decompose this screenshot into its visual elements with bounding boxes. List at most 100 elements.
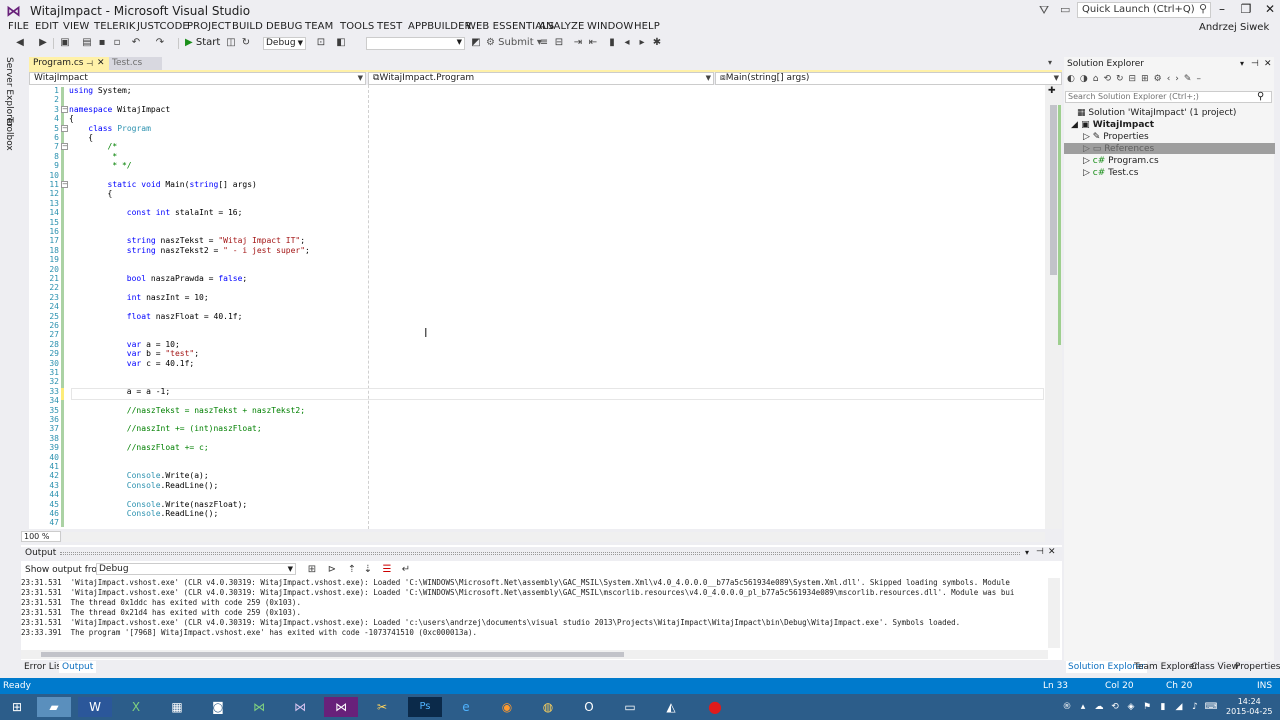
menu-window[interactable]: WINDOW (587, 21, 633, 32)
tree-item-properties[interactable]: ▷ ✎ Properties (1083, 132, 1149, 142)
code-line[interactable]: //naszTekst = naszTekst + naszTekst2; (69, 406, 305, 415)
firefox-icon[interactable]: ◉ (490, 697, 524, 717)
menu-view[interactable]: VIEW (63, 21, 89, 32)
code-line[interactable]: var b = "test"; (69, 349, 199, 358)
collapse-region-icon[interactable]: − (61, 181, 68, 188)
panel-options-icon[interactable]: ▾ (1025, 548, 1029, 557)
outdent-icon[interactable]: ⇤ (587, 37, 599, 48)
open-file-icon[interactable]: ▤ (81, 37, 93, 48)
panel-options-icon[interactable]: ▾ (1240, 59, 1244, 68)
toolbox-tab[interactable]: Toolbox (4, 117, 14, 151)
back-icon[interactable]: ◀ (14, 37, 26, 48)
refresh-icon[interactable]: ↻ (240, 37, 252, 48)
menu-file[interactable]: FILE (8, 21, 29, 32)
tray-shield-icon[interactable]: ◈ (1124, 697, 1138, 717)
code-line[interactable]: class Program (69, 124, 151, 133)
expand-arrow-icon[interactable]: ▷ (1083, 132, 1090, 142)
sync-icon[interactable]: ⟲ (1103, 74, 1116, 84)
code-line[interactable]: namespace WitajImpact (69, 105, 170, 114)
code-line[interactable]: { (69, 114, 74, 123)
code-line[interactable]: //naszFloat += c; (69, 443, 209, 452)
code-line[interactable]: * (69, 152, 117, 161)
menu-justcode[interactable]: JUSTCODE (137, 21, 189, 32)
tray-network-icon[interactable]: ◢ (1172, 697, 1186, 717)
new-project-icon[interactable]: ▣ (59, 37, 71, 48)
minimize-button[interactable]: – (1212, 2, 1232, 18)
code-editor[interactable]: 1 2 3 4 5 6 7 8 9 10 11 12 13 14 15 16 17 18 19 20 21 22 23 24 2… (29, 85, 1045, 529)
bookmark-prev-icon[interactable]: ◂ (621, 37, 633, 48)
menu-tools[interactable]: TOOLS (340, 21, 374, 32)
code-line[interactable]: bool naszaPrawda = false; (69, 274, 247, 283)
tray-cloud-icon[interactable]: ☁ (1092, 697, 1106, 717)
show-output-from-select[interactable]: Debug ▼ (96, 563, 296, 575)
pin-icon[interactable]: ⊣ (86, 57, 93, 70)
code-line[interactable]: //naszInt += (int)naszFloat; (69, 424, 262, 433)
visual-studio-green-icon[interactable]: ⋈ (242, 697, 276, 717)
find-message-icon[interactable]: ⊳ (326, 564, 338, 575)
media-icon[interactable]: ◙ (201, 697, 235, 717)
code-line[interactable]: using System; (69, 86, 132, 95)
save-icon[interactable]: ▪ (96, 37, 108, 48)
split-icon[interactable]: ✚ (1048, 86, 1056, 96)
collapse-region-icon[interactable]: − (61, 143, 68, 151)
tray-volume-icon[interactable]: ♪ (1188, 697, 1202, 717)
tray-keyboard-icon[interactable]: ⌨ (1204, 697, 1218, 717)
zoom-level-select[interactable]: 100 % (21, 531, 61, 542)
code-line[interactable]: const int stalaInt = 16; (69, 208, 243, 217)
calculator-icon[interactable]: ▦ (160, 697, 194, 717)
code-line[interactable]: string naszTekst2 = " - i jest super"; (69, 246, 310, 255)
output-text[interactable]: 23:31.531 'WitajImpact.vshost.exe' (CLR … (21, 578, 1048, 648)
attach-icon[interactable]: ◫ (225, 37, 237, 48)
goto-location-icon[interactable]: ⊞ (306, 564, 318, 575)
collapse-region-icon[interactable]: − (61, 105, 68, 113)
close-icon[interactable]: ✕ (1264, 59, 1272, 69)
view-code-icon[interactable]: ‹› (1167, 74, 1184, 84)
network-app-icon[interactable]: ◭ (654, 697, 688, 717)
tree-item-project[interactable]: ◢ ▣ WitajImpact (1071, 120, 1154, 130)
scroll-thumb[interactable] (1050, 105, 1057, 275)
collapse-region-icon[interactable]: − (61, 124, 68, 132)
menu-help[interactable]: HELP (634, 21, 660, 32)
tab-program-cs[interactable]: Program.cs ⊣ ✕ (29, 57, 109, 70)
chrome-icon[interactable]: ◍ (531, 697, 565, 717)
code-line[interactable]: var c = 40.1f; (69, 359, 194, 368)
start-menu-icon[interactable]: ⊞ (0, 697, 34, 717)
member-navigation-select[interactable]: ⧈Main(string[] args) ▼ (715, 72, 1062, 85)
menu-project[interactable]: PROJECT (187, 21, 231, 32)
internet-explorer-icon[interactable]: e (449, 697, 483, 717)
search-icon[interactable]: ⚲ (1257, 91, 1264, 102)
visual-studio-icon[interactable]: ⋈ (283, 697, 317, 717)
bookmark-icon[interactable]: ▮ (606, 37, 618, 48)
menu-test[interactable]: TEST (377, 21, 402, 32)
minus-icon[interactable]: – (1196, 74, 1206, 84)
word-icon[interactable]: W (78, 697, 112, 717)
solution-search-input[interactable]: Search Solution Explorer (Ctrl+;) (1065, 91, 1272, 103)
file-explorer-icon[interactable]: ▰ (37, 697, 71, 717)
next-message-icon[interactable]: ⇣ (362, 564, 374, 575)
code-line[interactable]: static void Main(string[] args) (69, 180, 257, 189)
scroll-thumb[interactable] (41, 652, 624, 657)
code-line[interactable]: var a = 10; (69, 340, 180, 349)
code-line[interactable]: /* (69, 142, 118, 151)
pin-icon[interactable]: ⊣ (1251, 59, 1259, 69)
tab-test-cs[interactable]: Test.cs (109, 57, 162, 70)
tray-flag-icon[interactable]: ⚑ (1140, 697, 1154, 717)
forward-icon[interactable]: ◑ (1080, 74, 1093, 84)
tree-item-references[interactable]: ▷ ▭ References (1083, 144, 1154, 154)
wrench-icon[interactable]: ✎ (1184, 74, 1197, 84)
notification-flag-icon[interactable]: ▭ (1060, 3, 1070, 16)
tab-overflow-icon[interactable]: ▾ (1048, 58, 1052, 67)
editor-horizontal-scrollbar[interactable] (62, 532, 1045, 542)
tree-item-test-cs[interactable]: ▷ c# Test.cs (1083, 168, 1138, 178)
word-wrap-icon[interactable]: ↵ (400, 564, 412, 575)
collapse-icon[interactable]: ⊟ (1129, 74, 1142, 84)
tray-app-icon[interactable]: ® (1060, 697, 1074, 717)
show-all-icon[interactable]: ⊞ (1141, 74, 1154, 84)
quick-launch-input[interactable]: Quick Launch (Ctrl+Q) (1077, 2, 1211, 18)
solution-configuration-select[interactable]: Debug ▼ (263, 37, 306, 50)
properties-icon[interactable]: ⚙ (1154, 74, 1167, 84)
code-line[interactable]: Console.Write(a); (69, 471, 209, 480)
tree-item-program-cs[interactable]: ▷ c# Program.cs (1083, 156, 1159, 166)
undo-icon[interactable]: ↶ (130, 37, 142, 48)
indent-icon[interactable]: ⇥ (572, 37, 584, 48)
